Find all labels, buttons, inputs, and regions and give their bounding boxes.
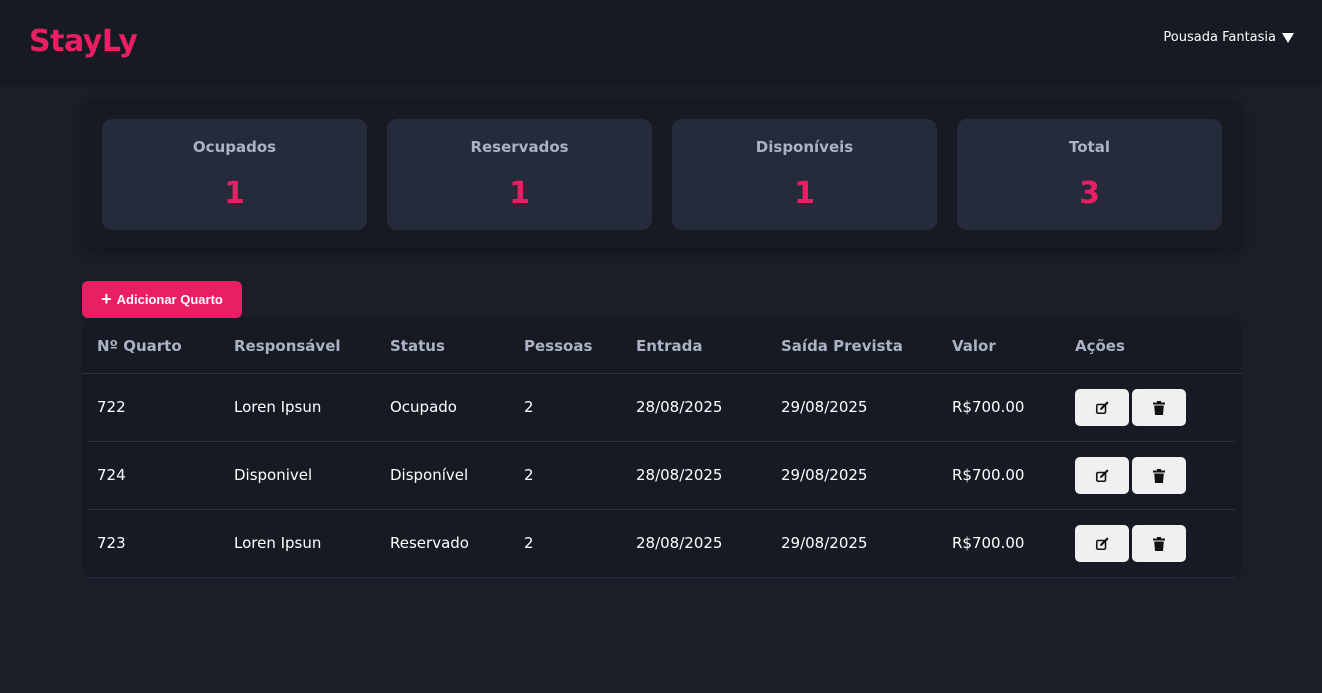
column-header-value: Valor	[952, 337, 996, 355]
column-header-people: Pessoas	[524, 337, 593, 355]
cell-value: R$700.00	[952, 466, 1025, 484]
caret-down-icon	[1282, 32, 1294, 43]
cell-people: 2	[524, 398, 534, 416]
cell-status: Disponível	[390, 466, 469, 484]
column-header-actions: Ações	[1075, 337, 1125, 355]
cell-checkin: 28/08/2025	[636, 534, 723, 552]
stat-label: Reservados	[470, 138, 569, 156]
edit-button[interactable]	[1075, 525, 1129, 562]
stat-card-total: Total 3	[957, 119, 1222, 230]
add-room-label: Adicionar Quarto	[116, 292, 223, 307]
stat-card-reserved: Reservados 1	[387, 119, 652, 230]
stats-panel: Ocupados 1 Reservados 1 Disponíveis 1 To…	[82, 99, 1242, 249]
stat-label: Total	[1069, 138, 1110, 156]
cell-guest: Loren Ipsun	[234, 398, 322, 416]
cell-guest: Disponivel	[234, 466, 313, 484]
stat-label: Ocupados	[192, 138, 277, 156]
plus-icon: +	[101, 288, 112, 309]
add-room-button[interactable]: + Adicionar Quarto	[82, 281, 242, 318]
delete-button[interactable]	[1132, 389, 1186, 426]
table-row: 723 Loren Ipsun Reservado 2 28/08/2025 2…	[88, 510, 1235, 578]
cell-status: Ocupado	[390, 398, 457, 416]
delete-button[interactable]	[1132, 525, 1186, 562]
edit-icon	[1095, 401, 1109, 414]
trash-icon	[1153, 536, 1165, 551]
table-row: 722 Loren Ipsun Ocupado 2 28/08/2025 29/…	[88, 374, 1235, 442]
edit-button[interactable]	[1075, 457, 1129, 494]
trash-icon	[1153, 400, 1165, 415]
cell-people: 2	[524, 534, 534, 552]
cell-checkout: 29/08/2025	[781, 466, 868, 484]
cell-room: 724	[97, 466, 126, 484]
stat-value: 3	[1079, 176, 1100, 211]
stat-label: Disponíveis	[755, 138, 854, 156]
column-header-checkout: Saída Prevista	[781, 337, 903, 355]
cell-checkout: 29/08/2025	[781, 398, 868, 416]
edit-button[interactable]	[1075, 389, 1129, 426]
column-header-room: Nº Quarto	[97, 337, 182, 355]
rooms-table: Nº Quarto Responsável Status Pessoas Ent…	[82, 318, 1242, 578]
table-row: 724 Disponivel Disponível 2 28/08/2025 2…	[88, 442, 1235, 510]
hotel-selector-label: Pousada Fantasia	[1163, 30, 1276, 45]
trash-icon	[1153, 468, 1165, 483]
column-header-status: Status	[390, 337, 445, 355]
edit-icon	[1095, 537, 1109, 550]
column-header-checkin: Entrada	[636, 337, 703, 355]
cell-value: R$700.00	[952, 398, 1025, 416]
column-header-guest: Responsável	[234, 337, 341, 355]
cell-value: R$700.00	[952, 534, 1025, 552]
stat-card-occupied: Ocupados 1	[102, 119, 367, 230]
delete-button[interactable]	[1132, 457, 1186, 494]
cell-status: Reservado	[390, 534, 469, 552]
cell-checkin: 28/08/2025	[636, 398, 723, 416]
cell-room: 723	[97, 534, 126, 552]
stat-value: 1	[224, 176, 245, 211]
stat-value: 1	[509, 176, 530, 211]
cell-checkout: 29/08/2025	[781, 534, 868, 552]
cell-guest: Loren Ipsun	[234, 534, 322, 552]
cell-people: 2	[524, 466, 534, 484]
cell-checkin: 28/08/2025	[636, 466, 723, 484]
table-header: Nº Quarto Responsável Status Pessoas Ent…	[82, 318, 1242, 374]
stat-value: 1	[794, 176, 815, 211]
stat-card-available: Disponíveis 1	[672, 119, 937, 230]
brand-logo[interactable]: StayLy	[29, 24, 138, 59]
hotel-selector[interactable]: Pousada Fantasia	[1163, 30, 1294, 45]
top-navbar: StayLy Pousada Fantasia	[0, 0, 1322, 80]
edit-icon	[1095, 469, 1109, 482]
cell-room: 722	[97, 398, 126, 416]
